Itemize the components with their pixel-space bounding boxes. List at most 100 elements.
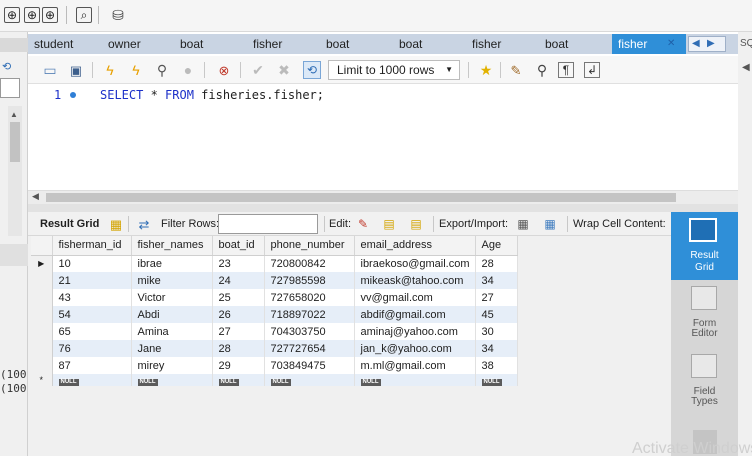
refresh-icon[interactable]: ⟲	[2, 60, 11, 73]
table-cell[interactable]: 727985598	[264, 272, 355, 289]
reconnect-icon[interactable]: ⛁	[108, 5, 128, 25]
execute-current-icon[interactable]: ϟ	[128, 62, 144, 78]
invisible-chars-icon[interactable]: ¶	[558, 62, 574, 78]
splitter[interactable]	[28, 204, 738, 212]
table-cell[interactable]: m.ml@gmail.com	[354, 357, 476, 374]
tab-owner[interactable]: owner	[108, 34, 141, 54]
refresh-icon[interactable]: ⇄	[136, 216, 152, 232]
table-cell[interactable]: 28	[475, 255, 518, 272]
table-cell[interactable]: aminaj@yahoo.com	[354, 323, 476, 340]
table-cell[interactable]: mike	[131, 272, 213, 289]
export-icon[interactable]: ▦	[515, 216, 531, 232]
tab-scroll-right-icon[interactable]: ▶	[707, 38, 715, 49]
table-cell[interactable]: 54	[52, 306, 132, 323]
table-cell[interactable]: 718897022	[264, 306, 355, 323]
table-cell[interactable]: 25	[212, 289, 265, 306]
tab-close-icon[interactable]: ✕	[667, 34, 675, 54]
column-header[interactable]: fisher_names	[131, 236, 213, 256]
null-cell[interactable]: NULL	[264, 374, 355, 386]
null-cell[interactable]: NULL	[52, 374, 132, 386]
table-row[interactable]: 43 Victor 25 727658020 vv@gmail.com 27	[31, 289, 518, 306]
table-cell[interactable]: 29	[212, 357, 265, 374]
table-cell[interactable]: ibraekoso@gmail.com	[354, 255, 476, 272]
table-cell[interactable]: 43	[52, 289, 132, 306]
add-row-icon[interactable]: ▤	[381, 216, 397, 232]
column-header[interactable]: Age	[475, 236, 518, 256]
autocommit-icon[interactable]: ⟲	[303, 61, 321, 79]
table-cell[interactable]: 28	[212, 340, 265, 357]
table-cell[interactable]: Amina	[131, 323, 213, 340]
table-cell[interactable]: 27	[475, 289, 518, 306]
table-cell[interactable]: 30	[475, 323, 518, 340]
toggle-error-icon[interactable]: ⊗	[216, 62, 232, 78]
column-header[interactable]: email_address	[354, 236, 476, 256]
navigator-scrollbar[interactable]: ▲	[8, 106, 22, 236]
grid-icon[interactable]: ▦	[108, 216, 124, 232]
table-cell[interactable]: 34	[475, 340, 518, 357]
tab-boat[interactable]: boat	[399, 34, 422, 54]
new-row[interactable]: * NULL NULL NULL NULL NULL NULL	[31, 374, 518, 386]
field-types-button[interactable]: Field Types	[671, 350, 738, 414]
tab-scroll-left-icon[interactable]: ◀	[692, 38, 700, 49]
table-cell[interactable]: mirey	[131, 357, 213, 374]
null-cell[interactable]: NULL	[131, 374, 213, 386]
tab-scroll-buttons[interactable]: ◀ ▶	[688, 36, 726, 52]
editor-horizontal-scrollbar[interactable]: ◀	[28, 190, 738, 204]
table-cell[interactable]: 26	[212, 306, 265, 323]
table-cell[interactable]: vv@gmail.com	[354, 289, 476, 306]
scroll-left-icon[interactable]: ◀	[32, 191, 39, 202]
table-cell[interactable]: mikeask@tahoo.com	[354, 272, 476, 289]
table-cell[interactable]: jan_k@yahoo.com	[354, 340, 476, 357]
form-editor-button[interactable]: Form Editor	[671, 282, 738, 346]
table-cell[interactable]: 76	[52, 340, 132, 357]
tab-boat[interactable]: boat	[545, 34, 568, 54]
open-folder-icon[interactable]: ▭	[42, 62, 58, 78]
table-cell[interactable]: 21	[52, 272, 132, 289]
table-cell[interactable]: Victor	[131, 289, 213, 306]
result-grid-view-button[interactable]: Result Grid	[671, 212, 738, 280]
delete-row-icon[interactable]: ▤	[408, 216, 424, 232]
table-cell[interactable]: 23	[212, 255, 265, 272]
sidebar-arrow-icon[interactable]: ◀	[742, 62, 750, 73]
tab-fisher[interactable]: fisher	[253, 34, 282, 54]
edit-row-icon[interactable]: ✎	[355, 216, 371, 232]
table-cell[interactable]: 727727654	[264, 340, 355, 357]
new-sql-tab-icon[interactable]: ⊕	[4, 7, 20, 23]
table-cell[interactable]: 27	[212, 323, 265, 340]
null-cell[interactable]: NULL	[354, 374, 476, 386]
tab-boat[interactable]: boat	[326, 34, 349, 54]
column-header[interactable]: fisherman_id	[52, 236, 132, 256]
table-row[interactable]: 87 mirey 29 703849475 m.ml@gmail.com 38	[31, 357, 518, 374]
add-snippet-icon[interactable]: ★	[478, 62, 494, 78]
find-icon[interactable]: ⚲	[534, 62, 550, 78]
table-row[interactable]: 76 Jane 28 727727654 jan_k@yahoo.com 34	[31, 340, 518, 357]
limit-rows-select[interactable]: Limit to 1000 rows ▼	[328, 60, 460, 80]
table-cell[interactable]: ibrae	[131, 255, 213, 272]
tab-fisher[interactable]: fisher	[472, 34, 501, 54]
navigator-search-input[interactable]	[0, 78, 20, 98]
open-inspector-icon[interactable]: ⊕	[42, 7, 58, 23]
word-wrap-icon[interactable]: ↲	[584, 62, 600, 78]
table-cell[interactable]: abdif@gmail.com	[354, 306, 476, 323]
table-cell[interactable]: 34	[475, 272, 518, 289]
sql-statement[interactable]: SELECT * FROM fisheries.fisher;	[100, 88, 324, 102]
table-cell[interactable]: Abdi	[131, 306, 213, 323]
tab-boat[interactable]: boat	[180, 34, 203, 54]
stop-icon[interactable]: ●	[180, 62, 196, 78]
table-cell[interactable]: Jane	[131, 340, 213, 357]
table-cell[interactable]: 38	[475, 357, 518, 374]
table-cell[interactable]: 10	[52, 255, 132, 272]
open-sql-script-icon[interactable]: ⊕	[24, 7, 40, 23]
table-cell[interactable]: 727658020	[264, 289, 355, 306]
editor-scroll-thumb[interactable]	[46, 193, 676, 202]
explain-icon[interactable]: ⚲	[154, 62, 170, 78]
null-cell[interactable]: NULL	[475, 374, 518, 386]
table-row[interactable]: 21 mike 24 727985598 mikeask@tahoo.com 3…	[31, 272, 518, 289]
column-header[interactable]: phone_number	[264, 236, 355, 256]
commit-icon[interactable]: ✔	[250, 62, 266, 78]
column-header[interactable]: boat_id	[212, 236, 265, 256]
table-cell[interactable]: 703849475	[264, 357, 355, 374]
filter-rows-input[interactable]	[218, 214, 318, 234]
table-cell[interactable]: 704303750	[264, 323, 355, 340]
schema-inspector-icon[interactable]: ⌕	[76, 7, 92, 23]
